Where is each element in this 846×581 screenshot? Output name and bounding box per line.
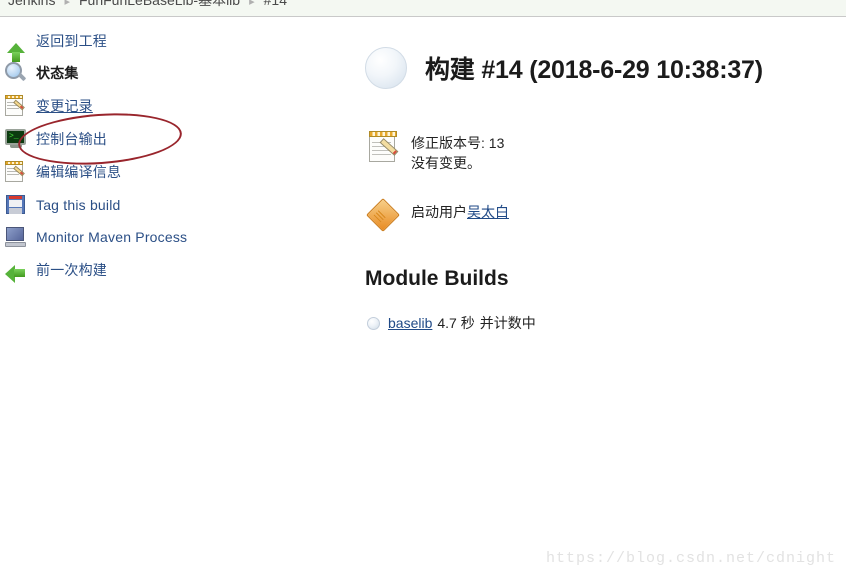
no-changes-label: 没有变更。 bbox=[411, 155, 481, 171]
started-by-prefix: 启动用户 bbox=[411, 204, 467, 220]
sidebar-item-label: 前一次构建 bbox=[36, 262, 107, 278]
main-content: 构建 #14 (2018-6-29 10:38:37) 修正版本号: 13 没有… bbox=[345, 17, 846, 581]
notepad-edit-icon bbox=[367, 130, 401, 164]
notepad-edit-icon bbox=[4, 160, 28, 184]
sidebar-item-edit-build-information[interactable]: 编辑编译信息 bbox=[4, 156, 121, 188]
revision-label: 修正版本号: 13 bbox=[411, 135, 505, 151]
module-duration: 4.7 秒 bbox=[437, 315, 475, 331]
started-by-text: 启动用户吴太白 bbox=[411, 199, 509, 222]
page-title: 构建 #14 (2018-6-29 10:38:37) bbox=[425, 56, 763, 84]
sidebar-item-label: 控制台输出 bbox=[36, 131, 107, 147]
module-status: 并计数中 bbox=[479, 315, 536, 331]
started-by-row: 启动用户吴太白 bbox=[367, 199, 509, 233]
sidebar-item-previous-build[interactable]: 前一次构建 bbox=[4, 254, 107, 286]
started-by-user-link[interactable]: 吴太白 bbox=[467, 204, 509, 220]
pending-ball-icon bbox=[365, 47, 407, 89]
build-header: 构建 #14 (2018-6-29 10:38:37) bbox=[365, 47, 763, 89]
sidebar-item-label: 编辑编译信息 bbox=[36, 164, 122, 180]
module-build-row: baselib 4.7 秒 并计数中 bbox=[367, 313, 536, 333]
floppy-disk-icon bbox=[4, 193, 28, 217]
module-name-link[interactable]: baselib bbox=[388, 315, 432, 331]
computer-icon bbox=[4, 225, 28, 249]
breadcrumb-bar: Jenkins ▸ FunFunLeBaseLib-基本lib ▸ #14 bbox=[0, 0, 846, 17]
orange-diamond-icon bbox=[367, 199, 401, 233]
sidebar-item-label: Tag this build bbox=[36, 197, 121, 213]
sidebar-item-back-to-project[interactable]: 返回到工程 bbox=[4, 25, 107, 62]
sidebar-item-tag-this-build[interactable]: Tag this build bbox=[4, 189, 121, 221]
left-arrow-icon bbox=[4, 258, 28, 283]
changes-summary-text: 修正版本号: 13 没有变更。 bbox=[411, 130, 504, 173]
watermark-text: https://blog.csdn.net/cdnight bbox=[545, 550, 836, 567]
breadcrumb-project[interactable]: FunFunLeBaseLib-基本lib bbox=[79, 0, 240, 8]
sidebar-item-console-output[interactable]: >_ 控制台输出 bbox=[4, 123, 107, 155]
breadcrumb-build[interactable]: #14 bbox=[264, 0, 287, 8]
terminal-icon: >_ bbox=[4, 127, 28, 151]
breadcrumb-jenkins[interactable]: Jenkins bbox=[8, 0, 55, 8]
sidebar-item-label: 状态集 bbox=[36, 65, 79, 81]
magnifier-icon bbox=[4, 61, 28, 85]
sidebar: 返回到工程 状态集 变更记录 >_ 控制台输出 编辑编译信息 Tag this … bbox=[0, 17, 345, 581]
sidebar-item-monitor-maven-process[interactable]: Monitor Maven Process bbox=[4, 221, 187, 253]
breadcrumb-separator-1: ▸ bbox=[64, 0, 70, 8]
pending-ball-icon bbox=[367, 316, 380, 330]
sidebar-item-label: 返回到工程 bbox=[36, 33, 107, 49]
breadcrumb-separator-2: ▸ bbox=[249, 0, 255, 8]
sidebar-item-changes[interactable]: 变更记录 bbox=[4, 90, 93, 122]
changes-summary-row: 修正版本号: 13 没有变更。 bbox=[367, 130, 504, 173]
notepad-edit-icon bbox=[4, 94, 28, 118]
sidebar-item-label: Monitor Maven Process bbox=[36, 229, 188, 245]
breadcrumb: Jenkins ▸ FunFunLeBaseLib-基本lib ▸ #14 bbox=[8, 0, 287, 12]
module-builds-heading: Module Builds bbox=[365, 267, 509, 290]
sidebar-item-label: 变更记录 bbox=[36, 98, 93, 114]
page-body: 返回到工程 状态集 变更记录 >_ 控制台输出 编辑编译信息 Tag this … bbox=[0, 17, 846, 581]
